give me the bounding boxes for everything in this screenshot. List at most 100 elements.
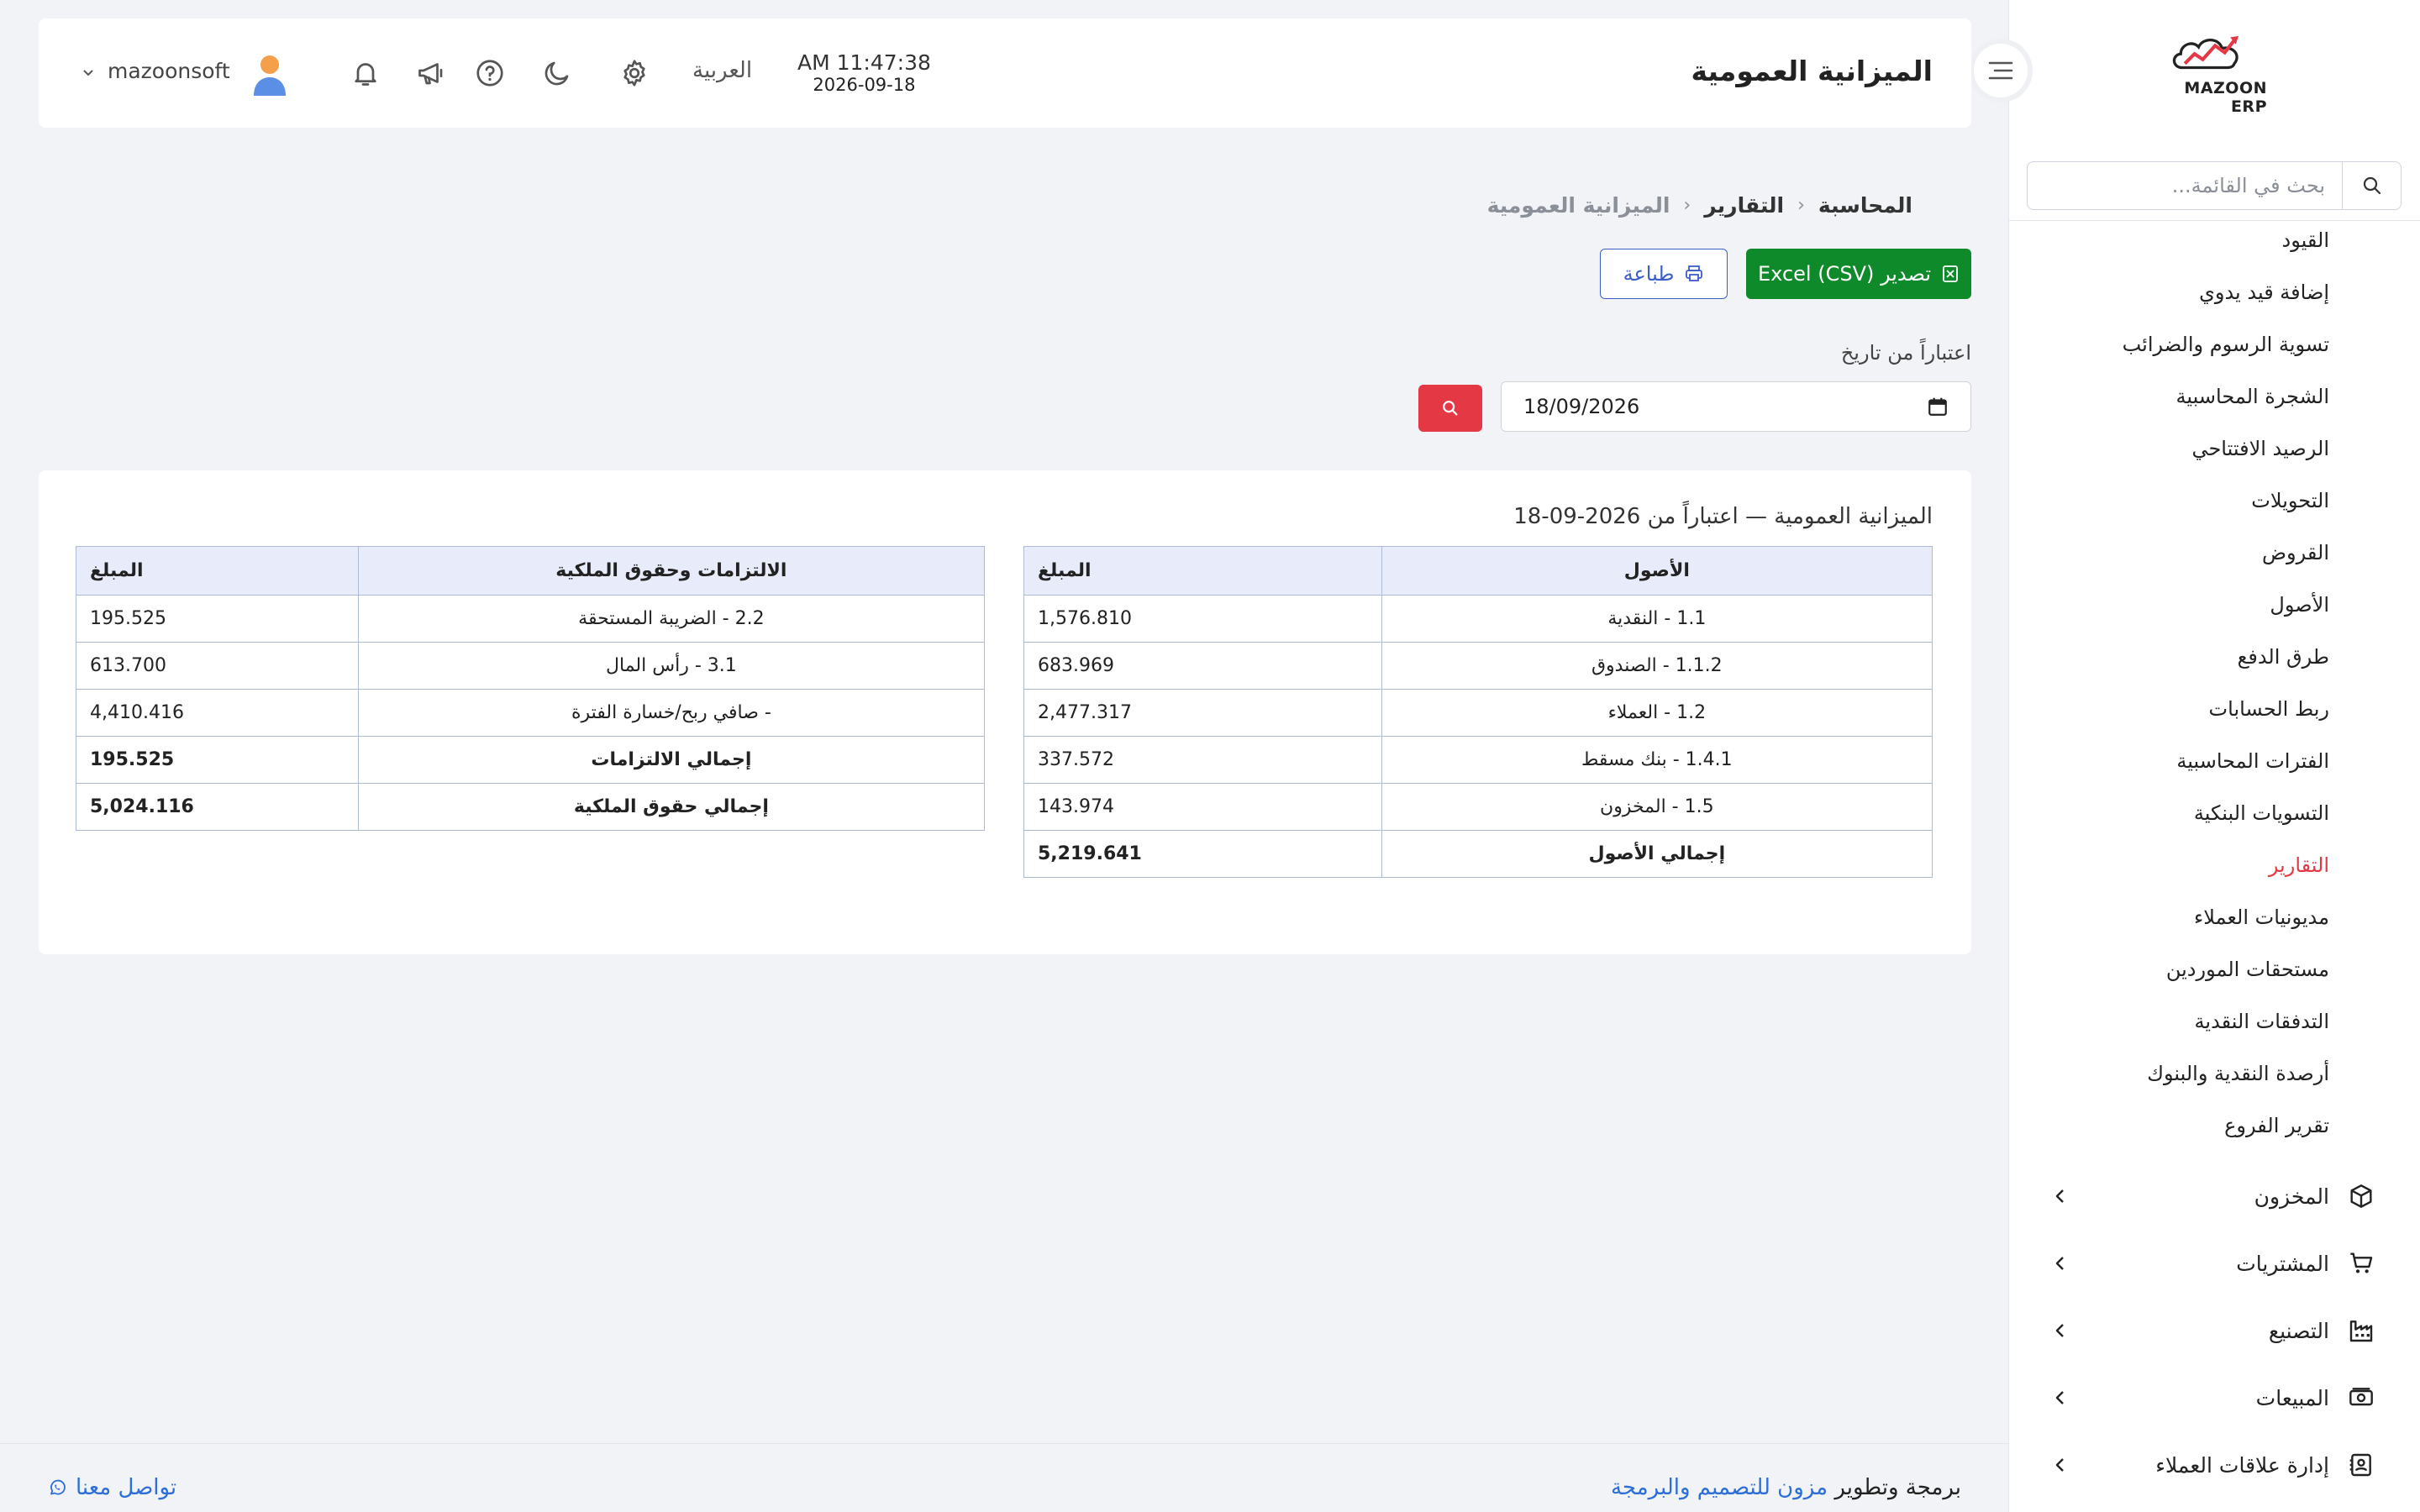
sidebar-item[interactable]: الرصيد الافتتاحي — [2123, 433, 2329, 486]
table-row: إجمالي الالتزامات 195.525 — [76, 736, 986, 784]
account-name-cell: 1.1 - النقدية — [1381, 595, 1933, 643]
sidebar-item[interactable]: الشجرة المحاسبية — [2123, 381, 2329, 433]
cart-icon — [2346, 1248, 2376, 1278]
as-of-date-value: 18/09/2026 — [1523, 395, 1640, 418]
sidebar-item[interactable]: التقارير — [2123, 850, 2329, 902]
account-name-cell: إجمالي الأصول — [1381, 830, 1933, 878]
chevron-left-icon[interactable] — [2050, 1388, 2070, 1408]
chevron-left-icon[interactable] — [2050, 1186, 2070, 1206]
search-icon[interactable] — [2342, 162, 2401, 209]
sidebar-group-label: المشتريات — [2236, 1251, 2329, 1276]
logo-cloud-icon — [2172, 35, 2238, 70]
sidebar-item[interactable]: الفترات المحاسبية — [2123, 746, 2329, 798]
liabilities-header-amount: المبلغ — [76, 546, 359, 596]
amount-cell: 143.974 — [1023, 783, 1382, 831]
printer-icon — [1686, 265, 1703, 281]
table-row: 1.2 - العملاء 2,477.317 — [1023, 689, 1933, 737]
table-row: - صافي ربح/خسارة الفترة 4,410.416 — [76, 689, 986, 737]
sidebar-item[interactable]: مديونيات العملاء — [2123, 902, 2329, 954]
account-name-cell: إجمالي الالتزامات — [357, 736, 986, 784]
breadcrumb-separator: ‹ — [1683, 195, 1691, 216]
table-row: 1.1.2 - الصندوق 683.969 — [1023, 642, 1933, 690]
contacts-icon — [2346, 1450, 2376, 1480]
username[interactable]: mazoonsoft — [108, 59, 230, 83]
menu-icon — [1988, 61, 2013, 80]
breadcrumb-item-accounting[interactable]: المحاسبة — [1818, 193, 1912, 218]
sidebar-item[interactable]: طرق الدفع — [2123, 642, 2329, 694]
sidebar-item[interactable]: تسوية الرسوم والضرائب — [2123, 329, 2329, 381]
sidebar-item[interactable]: التحويلات — [2123, 486, 2329, 538]
megaphone-icon[interactable] — [413, 55, 449, 91]
sidebar-group-factory[interactable]: التصنيع — [2008, 1297, 2420, 1364]
user-avatar[interactable] — [249, 52, 291, 96]
sidebar-item[interactable]: التسويات البنكية — [2123, 798, 2329, 850]
search-report-button[interactable] — [1418, 385, 1482, 432]
clock: AM 11:47:38 2026-09-18 — [797, 51, 931, 96]
sidebar-group-label: المبيعات — [2255, 1385, 2329, 1410]
notification-bell-icon[interactable] — [348, 55, 383, 91]
breadcrumb-item-current: الميزانية العمومية — [1486, 193, 1670, 218]
sidebar-groups: المخزون المشتريات التصنيع المبيعات إدارة علا… — [2008, 1163, 2420, 1499]
sidebar-item[interactable]: القيود — [2123, 225, 2329, 277]
table-row: 1.5 - المخزون 143.974 — [1023, 783, 1933, 831]
search-icon — [1443, 401, 1458, 416]
footer-divider — [0, 1443, 2008, 1444]
sidebar-item[interactable]: الأصول — [2123, 590, 2329, 642]
dark-mode-moon-icon[interactable] — [539, 55, 575, 91]
amount-cell: 195.525 — [76, 736, 359, 784]
as-of-date-input[interactable]: 18/09/2026 — [1501, 381, 1971, 432]
sidebar-item[interactable]: إضافة قيد يدوي — [2123, 277, 2329, 329]
sidebar-toggle-button[interactable] — [1969, 39, 2033, 102]
amount-cell: 195.525 — [76, 595, 359, 643]
chevron-left-icon[interactable] — [2050, 1455, 2070, 1475]
table-row: 3.1 - رأس المال 613.700 — [76, 642, 986, 690]
sidebar-divider — [2008, 220, 2420, 221]
amount-cell: 4,410.416 — [76, 689, 359, 737]
assets-table: الأصول المبلغ 1.1 - النقدية 1,576.810 1.1.… — [1023, 546, 1933, 878]
brand-logo[interactable]: MAZOON ERP — [2149, 32, 2267, 116]
breadcrumb-separator: ‹ — [1797, 195, 1805, 216]
sidebar-search-input[interactable] — [2028, 162, 2342, 209]
chevron-left-icon[interactable] — [2050, 1320, 2070, 1341]
chevron-down-icon[interactable] — [81, 66, 96, 81]
amount-cell: 613.700 — [76, 642, 359, 690]
sidebar-item[interactable]: أرصدة النقدية والبنوك — [2123, 1058, 2329, 1110]
footer-company-link[interactable]: مزون للتصميم والبرمجة — [1611, 1475, 1828, 1500]
language-switch[interactable]: العربية — [692, 58, 752, 83]
sidebar-item[interactable]: تقرير الفروع — [2123, 1110, 2329, 1163]
sidebar-group-contacts[interactable]: إدارة علاقات العملاء — [2008, 1431, 2420, 1499]
sidebar-item[interactable]: مستحقات الموردين — [2123, 954, 2329, 1006]
breadcrumb: المحاسبة ‹ التقارير ‹ الميزانية العمومية — [1487, 193, 1912, 218]
sidebar-group-label: التصنيع — [2268, 1318, 2329, 1343]
contact-us-link[interactable]: تواصل معنا — [47, 1475, 176, 1500]
sidebar-group-label: المخزون — [2254, 1184, 2329, 1209]
sidebar-group-cart[interactable]: المشتريات — [2008, 1230, 2420, 1297]
sidebar-item[interactable]: القروض — [2123, 538, 2329, 590]
export-excel-button[interactable]: تصدير Excel (CSV) — [1746, 249, 1971, 299]
assets-header-name: الأصول — [1381, 546, 1933, 596]
sidebar-item[interactable]: ربط الحسابات — [2123, 694, 2329, 746]
calendar-icon[interactable] — [1927, 396, 1949, 417]
amount-cell: 337.572 — [1023, 736, 1382, 784]
sidebar-item[interactable]: التدفقات النقدية — [2123, 1006, 2329, 1058]
chevron-left-icon[interactable] — [2050, 1253, 2070, 1273]
sidebar: MAZOON ERP القيودإضافة قيد يدويتسوية الر… — [1969, 0, 2420, 1512]
top-header: الميزانية العمومية AM 11:47:38 2026-09-1… — [39, 18, 1971, 128]
account-name-cell: 1.1.2 - الصندوق — [1381, 642, 1933, 690]
assets-header-amount: المبلغ — [1023, 546, 1382, 596]
contact-us-label: تواصل معنا — [76, 1475, 177, 1500]
amount-cell: 5,219.641 — [1023, 830, 1382, 878]
sidebar-group-box[interactable]: المخزون — [2008, 1163, 2420, 1230]
as-of-date-label: اعتباراً من تاريخ — [1840, 341, 1971, 365]
excel-file-icon — [1943, 265, 1958, 282]
print-button[interactable]: طباعة — [1600, 249, 1728, 299]
sidebar-group-cash-register[interactable]: المبيعات — [2008, 1364, 2420, 1431]
settings-gear-icon[interactable] — [617, 55, 652, 91]
account-name-cell: 1.2 - العملاء — [1381, 689, 1933, 737]
help-icon[interactable] — [472, 55, 508, 91]
footer-credit-prefix: برمجة وتطوير — [1834, 1475, 1961, 1500]
breadcrumb-item-reports[interactable]: التقارير — [1704, 193, 1784, 218]
amount-cell: 683.969 — [1023, 642, 1382, 690]
amount-cell: 5,024.116 — [76, 783, 359, 831]
balance-sheet-card: الميزانية العمومية — اعتباراً من 2026-09… — [39, 470, 1971, 954]
